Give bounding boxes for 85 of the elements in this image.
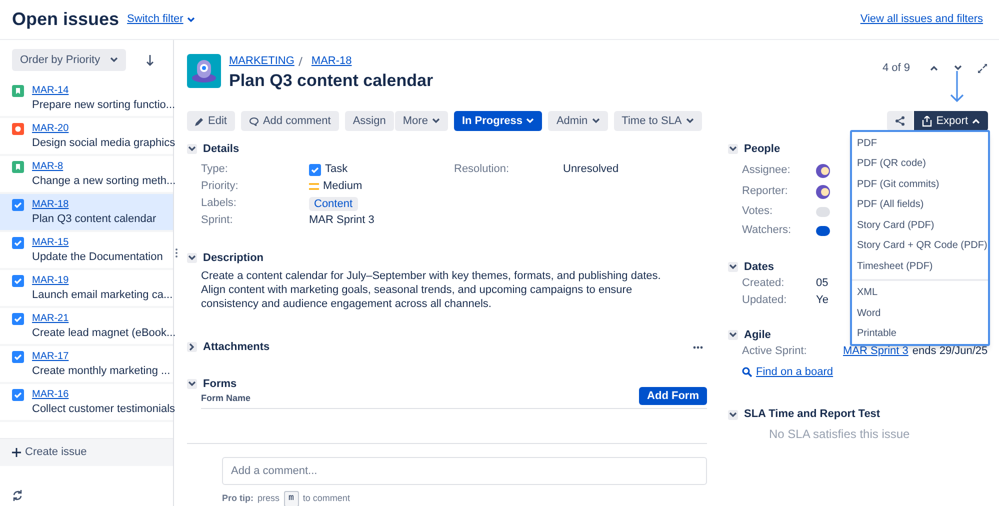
view-all-link[interactable]: View all issues and filters xyxy=(860,11,983,28)
issue-summary: Design social media graphics xyxy=(32,136,176,150)
section-heading: Forms xyxy=(203,376,237,392)
field-label: Sprint: xyxy=(201,213,234,228)
page-title: Open issues xyxy=(12,8,120,31)
switch-filter-link[interactable]: Switch filter xyxy=(127,11,196,28)
issue-summary: Create monthly marketing ... xyxy=(32,364,170,378)
issue-summary: Update the Documentation xyxy=(32,250,163,264)
menu-item[interactable]: PDF (All fields) xyxy=(852,194,988,215)
issue-key-link[interactable]: MAR-18 xyxy=(32,198,156,212)
field-label: Votes: xyxy=(742,204,774,220)
toolbar-button[interactable]: Add comment xyxy=(240,111,339,131)
toolbar-button[interactable]: Admin xyxy=(548,111,608,131)
issue-summary: Prepare new sorting functio... xyxy=(32,98,176,112)
field-label: Reporter: xyxy=(742,184,789,200)
export-button[interactable]: Export xyxy=(914,111,988,131)
issue-summary: Collect customer testimonials xyxy=(32,402,176,416)
menu-item[interactable]: PDF (QR code) xyxy=(852,154,988,174)
issue-key-link[interactable]: MAR-17 xyxy=(32,350,170,364)
field-value: Medium xyxy=(323,179,362,194)
tip-text: press xyxy=(258,492,280,505)
issue-key-link[interactable]: MAR-14 xyxy=(32,84,176,98)
toolbar-button[interactable]: In Progress xyxy=(454,111,542,131)
field-label: Assignee: xyxy=(742,163,792,178)
sprint-link[interactable]: MAR Sprint 3 xyxy=(843,343,908,360)
comment-field[interactable]: Add a comment... xyxy=(222,457,707,485)
toolbar-button[interactable]: More xyxy=(394,111,448,131)
menu-item[interactable]: Timesheet (PDF) xyxy=(852,256,988,276)
issue-key-link[interactable]: MAR-16 xyxy=(32,388,176,402)
tip-label: Pro tip: xyxy=(222,492,254,505)
toolbar-button[interactable]: Time to SLA xyxy=(614,111,702,131)
field-label: Resolution: xyxy=(454,162,510,178)
project-link[interactable]: MARKETING xyxy=(229,54,294,68)
section-heading: SLA Time and Report Test xyxy=(744,407,880,422)
section-heading: Description xyxy=(203,250,264,266)
issue-summary: Create lead magnet (eBook... xyxy=(32,326,176,340)
label-tag[interactable]: Content xyxy=(309,196,358,210)
tip-text: to comment xyxy=(302,492,350,505)
issue-summary: Change a new sorting meth... xyxy=(32,174,176,188)
toolbar-button[interactable]: Assign xyxy=(344,111,394,131)
section-heading: People xyxy=(744,142,780,157)
field-value: Unresolved xyxy=(563,162,619,178)
field-value: MAR Sprint 3 xyxy=(309,213,374,228)
section-heading: Details xyxy=(203,142,240,157)
section-heading: Attachments xyxy=(203,340,270,355)
order-dropdown[interactable]: Order by Priority xyxy=(12,49,126,71)
create-issue-button[interactable]: Create issue xyxy=(0,438,173,466)
issue-key-link[interactable]: MAR-21 xyxy=(32,312,176,326)
field-label: Active Sprint: xyxy=(742,344,808,360)
field-label: Watchers: xyxy=(742,223,792,238)
empty-message: No SLA satisfies this issue xyxy=(769,426,911,442)
field-label: Priority: xyxy=(201,179,240,194)
issue-title: Plan Q3 content calendar xyxy=(229,70,434,92)
menu-item[interactable]: Printable xyxy=(852,324,988,344)
issue-key-link[interactable]: MAR-18 xyxy=(311,54,352,68)
issue-summary: Launch email marketing ca... xyxy=(32,288,173,302)
field-value: Ye xyxy=(816,293,828,308)
issue-list-item[interactable]: MAR-18 Plan Q3 content calendar xyxy=(0,194,173,232)
menu-item[interactable]: Story Card + QR Code (PDF) xyxy=(852,236,988,256)
issue-counter: 4 of 9 xyxy=(882,61,910,76)
field-label: Type: xyxy=(201,162,229,178)
menu-item[interactable]: PDF (Git commits) xyxy=(852,174,988,194)
issue-summary: Plan Q3 content calendar xyxy=(32,212,156,226)
find-on-board-link[interactable]: Find on a board xyxy=(742,364,834,380)
column-header: Form Name xyxy=(201,392,251,404)
menu-item[interactable]: Story Card (PDF) xyxy=(852,215,988,236)
field-value: Task xyxy=(325,162,348,178)
issue-key-link[interactable]: MAR-20 xyxy=(32,122,176,136)
section-heading: Dates xyxy=(744,260,774,275)
sprint-end-date: ends 29/Jun/25 xyxy=(912,344,988,360)
menu-item[interactable]: Word xyxy=(852,303,988,324)
issue-key-link[interactable]: MAR-19 xyxy=(32,274,173,288)
section-heading: Agile xyxy=(744,328,771,343)
keyboard-key: m xyxy=(284,491,299,506)
issue-key-link[interactable]: MAR-15 xyxy=(32,236,163,250)
issue-key-link[interactable]: MAR-8 xyxy=(32,160,176,174)
menu-item[interactable]: PDF xyxy=(852,133,988,154)
field-label: Created: xyxy=(742,276,786,292)
description-text: Create a content calendar for July–September with key themes, formats, and publishing dates. Align content with marketing goals, seasonal trends, and upcoming campaigns to ensure consistency and audience engagement across all channels. xyxy=(200,269,662,311)
menu-item[interactable]: XML xyxy=(852,282,988,303)
field-label: Updated: xyxy=(742,293,788,308)
toolbar-button[interactable]: Edit xyxy=(187,111,235,131)
add-form-button[interactable]: Add Form xyxy=(639,387,707,405)
field-value: 05 xyxy=(816,276,828,292)
field-label: Labels: xyxy=(201,196,238,212)
